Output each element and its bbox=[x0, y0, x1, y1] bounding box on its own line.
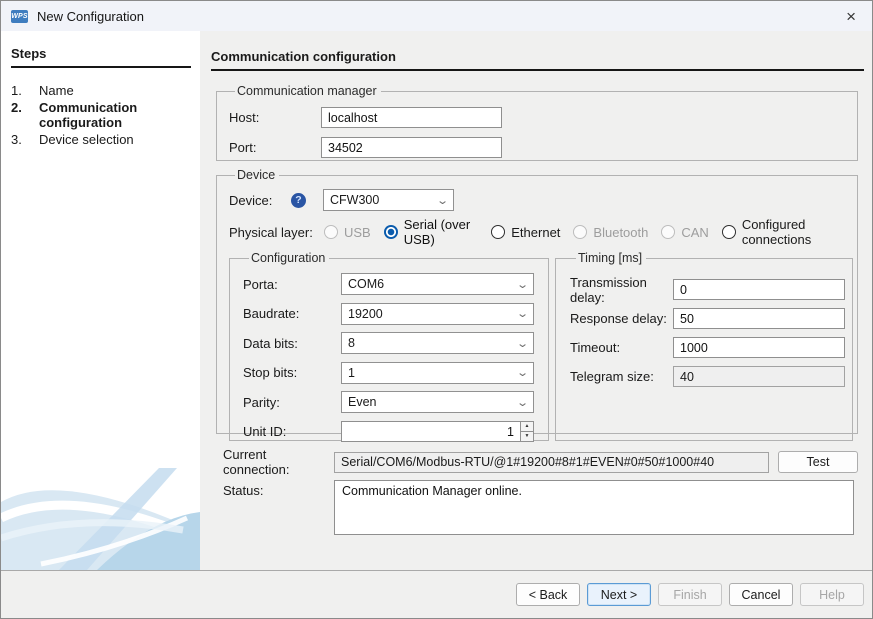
new-configuration-dialog: WPS New Configuration × Steps 1. Name 2.… bbox=[0, 0, 873, 619]
current-connection-label: Current connection: bbox=[223, 447, 334, 477]
step-number: 3. bbox=[11, 132, 39, 148]
communication-manager-legend: Communication manager bbox=[235, 84, 381, 98]
porta-select[interactable]: COM6 ⌄ bbox=[341, 273, 534, 295]
transmission-delay-input[interactable] bbox=[673, 279, 845, 300]
device-select-value: CFW300 bbox=[330, 193, 379, 207]
radio-bluetooth: Bluetooth bbox=[573, 225, 648, 240]
transmission-delay-label: Transmission delay: bbox=[570, 275, 673, 305]
step-label: Device selection bbox=[39, 132, 159, 148]
data-bits-label: Data bits: bbox=[243, 336, 341, 351]
port-label: Port: bbox=[229, 140, 321, 155]
radio-circle-icon bbox=[573, 225, 587, 239]
radio-circle-icon bbox=[324, 225, 338, 239]
footer-button-bar: < Back Next > Finish Cancel Help bbox=[1, 570, 872, 618]
chevron-down-icon: ⌄ bbox=[436, 194, 449, 207]
status-label: Status: bbox=[223, 480, 334, 498]
timeout-label: Timeout: bbox=[570, 340, 673, 355]
stop-bits-select[interactable]: 1 ⌄ bbox=[341, 362, 534, 384]
step-number: 1. bbox=[11, 83, 39, 99]
window-title: New Configuration bbox=[37, 9, 144, 24]
radio-circle-icon bbox=[722, 225, 736, 239]
spinner-up-icon[interactable]: ▲ bbox=[520, 421, 534, 431]
main-panel: Communication configuration Communicatio… bbox=[200, 31, 872, 570]
page-title: Communication configuration bbox=[211, 49, 864, 71]
radio-can: CAN bbox=[661, 225, 708, 240]
radio-configured-connections[interactable]: Configured connections bbox=[722, 217, 844, 247]
step-item-device-selection: 3. Device selection bbox=[11, 132, 191, 148]
radio-circle-icon bbox=[384, 225, 398, 239]
device-select[interactable]: CFW300 ⌄ bbox=[323, 189, 454, 211]
configuration-group: Configuration Porta: COM6 ⌄ Baudrate: 19 bbox=[229, 251, 549, 441]
radio-serial-over-usb[interactable]: Serial (over USB) bbox=[384, 217, 479, 247]
steps-heading: Steps bbox=[11, 46, 191, 68]
port-input[interactable] bbox=[321, 137, 502, 158]
unit-id-label: Unit ID: bbox=[243, 424, 341, 439]
wps-app-icon: WPS bbox=[11, 10, 28, 23]
step-item-name: 1. Name bbox=[11, 83, 191, 99]
decorative-swirl-graphic bbox=[1, 460, 200, 570]
steps-sidebar: Steps 1. Name 2. Communication configura… bbox=[1, 31, 200, 570]
timing-group: Timing [ms] Transmission delay: Response… bbox=[555, 251, 853, 441]
chevron-down-icon: ⌄ bbox=[516, 337, 529, 350]
configuration-legend: Configuration bbox=[249, 251, 329, 265]
response-delay-label: Response delay: bbox=[570, 311, 673, 326]
current-connection-value bbox=[334, 452, 769, 473]
radio-ethernet[interactable]: Ethernet bbox=[491, 225, 560, 240]
step-label: Name bbox=[39, 83, 159, 99]
radio-usb: USB bbox=[324, 225, 371, 240]
title-bar: WPS New Configuration × bbox=[1, 1, 872, 31]
stop-bits-label: Stop bits: bbox=[243, 365, 341, 380]
porta-label: Porta: bbox=[243, 277, 341, 292]
device-label: Device: bbox=[229, 193, 291, 208]
help-button: Help bbox=[800, 583, 864, 606]
parity-label: Parity: bbox=[243, 395, 341, 410]
telegram-size-input bbox=[673, 366, 845, 387]
physical-layer-label: Physical layer: bbox=[229, 225, 324, 240]
radio-circle-icon bbox=[491, 225, 505, 239]
host-input[interactable] bbox=[321, 107, 502, 128]
step-number: 2. bbox=[11, 100, 39, 131]
chevron-down-icon: ⌄ bbox=[516, 307, 529, 320]
cancel-button[interactable]: Cancel bbox=[729, 583, 793, 606]
unit-id-input[interactable] bbox=[341, 421, 520, 442]
close-icon[interactable]: × bbox=[842, 6, 860, 27]
device-legend: Device bbox=[235, 168, 279, 182]
steps-list: 1. Name 2. Communication configuration 3… bbox=[11, 83, 191, 147]
unit-id-stepper[interactable]: ▲ ▼ bbox=[341, 421, 534, 442]
response-delay-input[interactable] bbox=[673, 308, 845, 329]
status-textarea[interactable]: Communication Manager online. bbox=[334, 480, 854, 535]
timing-legend: Timing [ms] bbox=[576, 251, 646, 265]
communication-manager-group: Communication manager Host: Port: bbox=[216, 84, 858, 161]
data-bits-select[interactable]: 8 ⌄ bbox=[341, 332, 534, 354]
chevron-down-icon: ⌄ bbox=[516, 278, 529, 291]
next-button[interactable]: Next > bbox=[587, 583, 651, 606]
spinner-down-icon[interactable]: ▼ bbox=[520, 431, 534, 442]
host-label: Host: bbox=[229, 110, 321, 125]
chevron-down-icon: ⌄ bbox=[516, 396, 529, 409]
baudrate-select[interactable]: 19200 ⌄ bbox=[341, 303, 534, 325]
finish-button: Finish bbox=[658, 583, 722, 606]
timeout-input[interactable] bbox=[673, 337, 845, 358]
test-button[interactable]: Test bbox=[778, 451, 858, 473]
back-button[interactable]: < Back bbox=[516, 583, 580, 606]
help-icon[interactable]: ? bbox=[291, 193, 306, 208]
device-group: Device Device: ? CFW300 ⌄ Physical layer… bbox=[216, 168, 858, 434]
baudrate-label: Baudrate: bbox=[243, 306, 341, 321]
step-item-communication-configuration: 2. Communication configuration bbox=[11, 100, 191, 131]
step-label: Communication configuration bbox=[39, 100, 159, 131]
telegram-size-label: Telegram size: bbox=[570, 369, 673, 384]
radio-circle-icon bbox=[661, 225, 675, 239]
parity-select[interactable]: Even ⌄ bbox=[341, 391, 534, 413]
chevron-down-icon: ⌄ bbox=[516, 366, 529, 379]
